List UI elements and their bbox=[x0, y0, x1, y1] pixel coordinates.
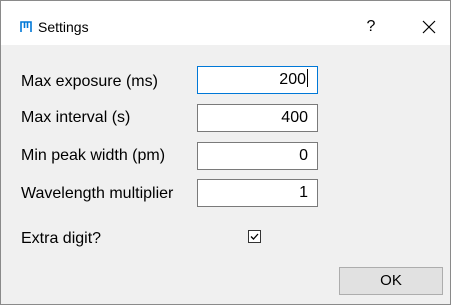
max-exposure-input[interactable]: 200 bbox=[197, 66, 318, 94]
wavelength-multiplier-value: 1 bbox=[299, 184, 308, 201]
help-button[interactable]: ? bbox=[357, 13, 385, 41]
max-interval-value: 400 bbox=[281, 109, 308, 126]
window-title: Settings bbox=[38, 19, 89, 35]
min-peak-width-input[interactable]: 0 bbox=[197, 142, 318, 170]
max-interval-input[interactable]: 400 bbox=[197, 104, 318, 132]
text-caret bbox=[307, 69, 308, 87]
settings-dialog: Settings ? Max exposure (ms) 200 Max int… bbox=[0, 0, 451, 305]
min-peak-width-label: Min peak width (pm) bbox=[21, 147, 166, 164]
close-icon[interactable] bbox=[415, 13, 443, 41]
title-bar[interactable]: Settings ? bbox=[1, 1, 450, 45]
ok-button[interactable]: OK bbox=[339, 267, 443, 295]
wavelength-multiplier-label: Wavelength multiplier bbox=[21, 185, 174, 202]
extra-digit-label: Extra digit? bbox=[21, 230, 102, 247]
extra-digit-checkbox[interactable] bbox=[248, 230, 261, 243]
max-exposure-label: Max exposure (ms) bbox=[21, 73, 158, 90]
max-interval-label: Max interval (s) bbox=[21, 109, 131, 126]
app-icon bbox=[20, 21, 32, 32]
min-peak-width-value: 0 bbox=[299, 147, 308, 164]
wavelength-multiplier-input[interactable]: 1 bbox=[197, 179, 318, 207]
max-exposure-value: 200 bbox=[279, 71, 306, 88]
checkmark-icon bbox=[250, 233, 259, 240]
